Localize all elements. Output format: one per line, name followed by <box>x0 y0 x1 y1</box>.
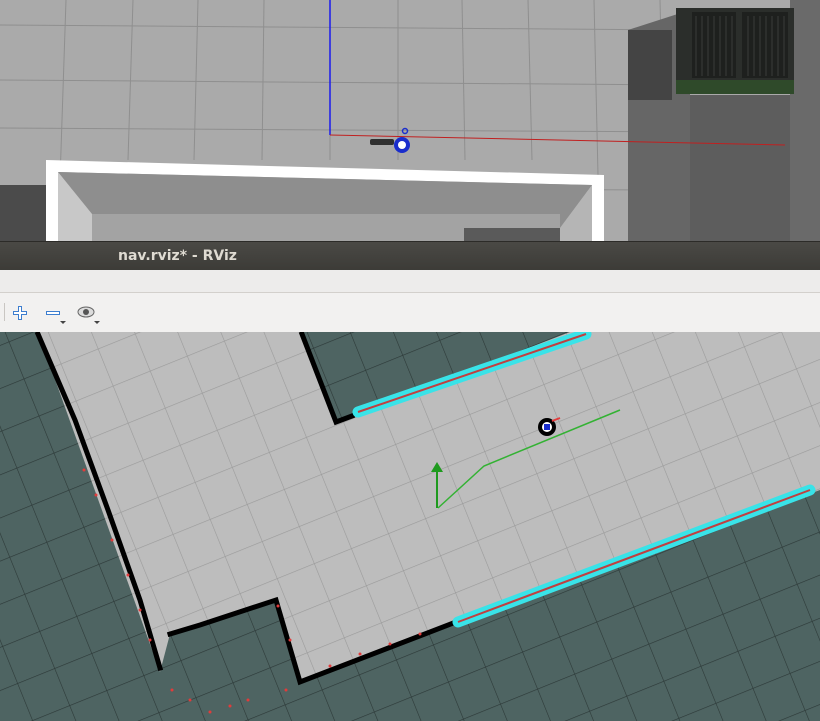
rviz-3d-view[interactable] <box>0 332 820 721</box>
gazebo-3d-view[interactable] <box>0 0 820 241</box>
toolbar-separator <box>4 303 5 321</box>
chevron-down-icon <box>94 321 100 324</box>
plus-icon <box>13 306 27 320</box>
add-button[interactable] <box>8 302 32 324</box>
toolbar <box>0 293 820 333</box>
window-titlebar[interactable]: nav.rviz* - RViz <box>0 241 820 271</box>
view-button[interactable] <box>76 302 100 324</box>
occupancy-map <box>0 332 820 721</box>
menu-strip <box>0 270 820 293</box>
gazebo-scene <box>0 0 820 241</box>
minus-icon <box>46 311 66 324</box>
chevron-down-icon <box>60 321 66 324</box>
remove-button[interactable] <box>42 302 66 324</box>
window-title: nav.rviz* - RViz <box>118 248 237 264</box>
eye-icon <box>77 306 100 324</box>
